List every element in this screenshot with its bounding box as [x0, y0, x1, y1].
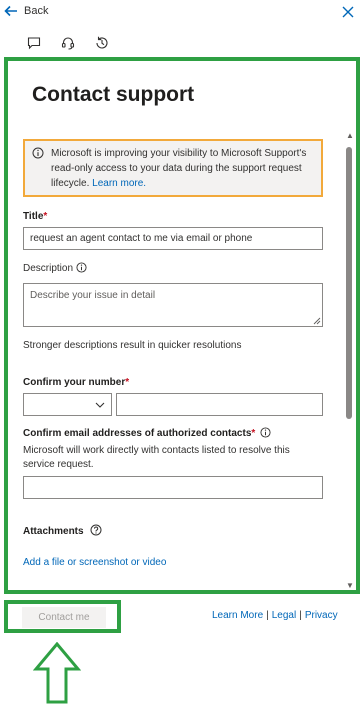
- required-mark: *: [251, 428, 256, 439]
- back-button[interactable]: Back: [4, 4, 48, 18]
- required-mark: *: [125, 377, 130, 388]
- phone-label-text: Confirm your number: [23, 377, 126, 388]
- close-icon[interactable]: [341, 5, 355, 19]
- title-input-value: request an agent contact to me via email…: [30, 233, 253, 244]
- scrollbar[interactable]: ▲ ▼: [344, 131, 354, 590]
- chevron-down-icon: [95, 402, 105, 408]
- contact-button-highlight: Contact me: [4, 600, 121, 633]
- scroll-down-arrow-icon[interactable]: ▼: [345, 581, 355, 590]
- separator: |: [266, 610, 269, 621]
- info-icon[interactable]: [260, 427, 271, 438]
- separator: |: [299, 610, 302, 621]
- attachments-label: Attachments: [23, 524, 102, 537]
- back-label: Back: [24, 5, 49, 17]
- page-title: Contact support: [32, 83, 195, 106]
- email-input[interactable]: [23, 476, 323, 499]
- learn-more-link[interactable]: Learn More: [212, 610, 263, 621]
- up-arrow-annotation-icon: [33, 642, 81, 704]
- email-help-text: Microsoft will work directly with contac…: [23, 445, 290, 470]
- info-notice: Microsoft is improving your visibility t…: [23, 139, 323, 197]
- description-label: Description: [23, 262, 87, 274]
- attachments-label-text: Attachments: [23, 526, 84, 537]
- legal-link[interactable]: Legal: [272, 610, 296, 621]
- resize-handle-icon[interactable]: [313, 317, 321, 325]
- description-placeholder: Describe your issue in detail: [30, 290, 156, 301]
- title-field-label: Title*: [23, 211, 47, 222]
- scrollbar-thumb[interactable]: [346, 147, 352, 419]
- email-label-text: Confirm email addresses of authorized co…: [23, 428, 252, 439]
- add-attachment-link[interactable]: Add a file or screenshot or video: [23, 557, 166, 568]
- top-bar: Back: [0, 0, 363, 26]
- scroll-up-arrow-icon[interactable]: ▲: [345, 131, 355, 140]
- contact-me-button[interactable]: Contact me: [22, 607, 106, 628]
- description-label-text: Description: [23, 263, 74, 274]
- contact-support-panel: Contact support Microsoft is improving y…: [4, 57, 360, 594]
- help-icon[interactable]: [90, 524, 102, 536]
- description-hint: Stronger descriptions result in quicker …: [23, 340, 242, 351]
- title-input[interactable]: request an agent contact to me via email…: [23, 227, 323, 250]
- info-icon[interactable]: [76, 262, 87, 273]
- country-code-dropdown[interactable]: [23, 393, 112, 416]
- notice-text: Microsoft is improving your visibility t…: [51, 148, 307, 189]
- toolbar: [26, 35, 110, 51]
- email-field-label: Confirm email addresses of authorized co…: [23, 427, 271, 439]
- notice-learn-more-link[interactable]: Learn more.: [92, 178, 146, 189]
- info-icon: [32, 147, 44, 159]
- phone-field-label: Confirm your number*: [23, 377, 129, 388]
- required-mark: *: [43, 211, 48, 222]
- chat-icon[interactable]: [26, 35, 42, 51]
- back-arrow-icon: [4, 5, 17, 17]
- description-textarea[interactable]: Describe your issue in detail: [23, 283, 323, 327]
- history-icon[interactable]: [94, 35, 110, 51]
- footer-links: Learn More | Legal | Privacy: [212, 610, 338, 621]
- phone-number-input[interactable]: [116, 393, 323, 416]
- form-scroll-area: Microsoft is improving your visibility t…: [8, 131, 356, 590]
- headset-icon[interactable]: [60, 35, 76, 51]
- privacy-link[interactable]: Privacy: [305, 610, 338, 621]
- title-label-text: Title: [23, 211, 44, 222]
